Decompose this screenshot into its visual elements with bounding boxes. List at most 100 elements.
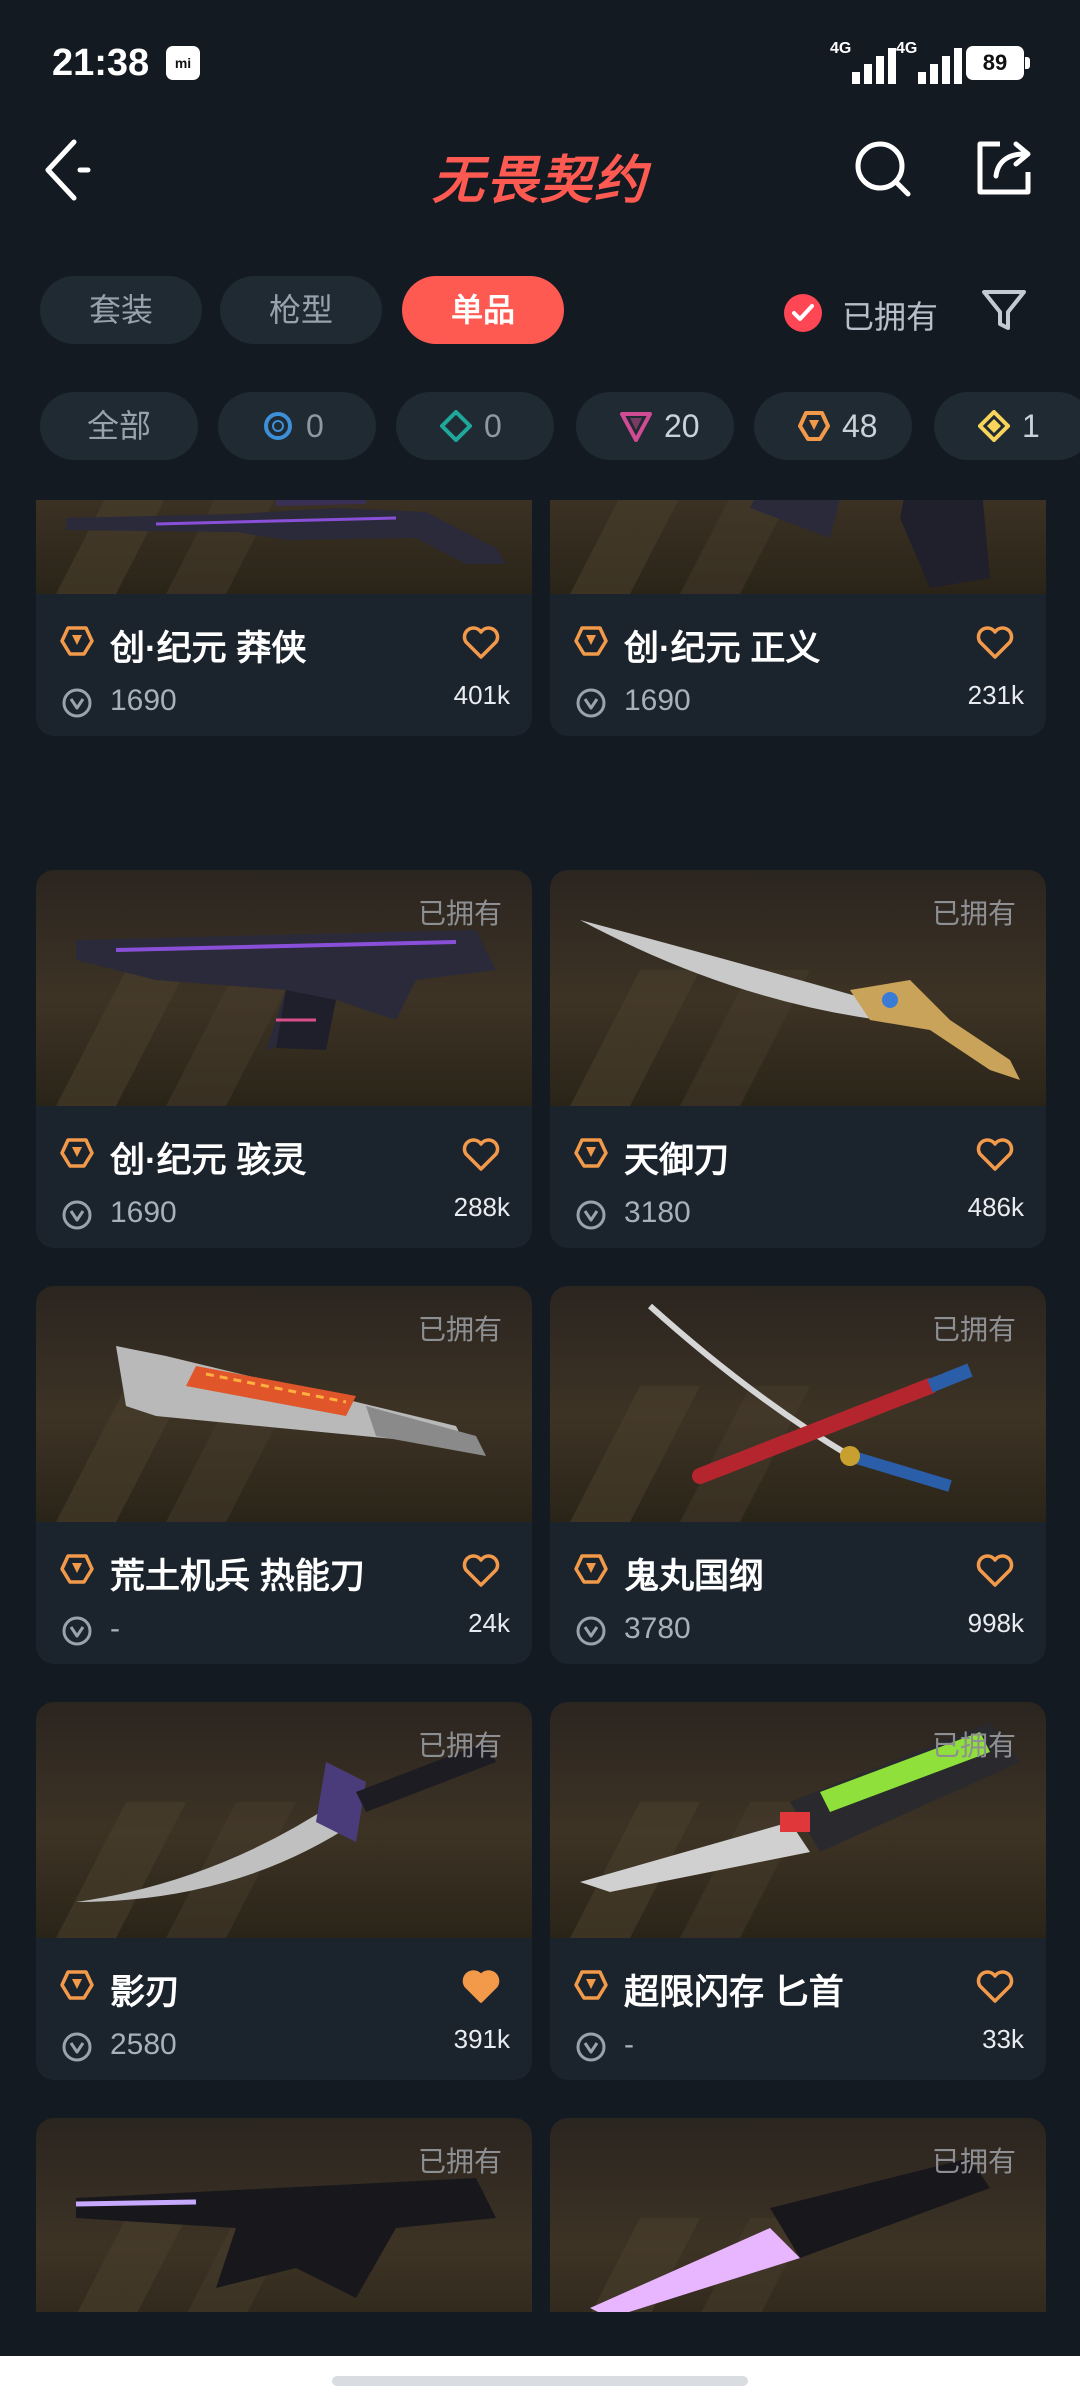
valorant-points-icon — [62, 688, 92, 718]
rarity-filter-select[interactable]: 0 — [218, 392, 376, 460]
exclusive-tier-icon — [60, 626, 94, 656]
exclusive-tier-icon — [60, 1970, 94, 2000]
skin-card[interactable]: 已拥有 天御刀 3180 486k — [550, 870, 1046, 1248]
heart-outline-icon[interactable] — [976, 1138, 1014, 1172]
owned-tag: 已拥有 — [931, 1730, 1016, 1761]
owned-tag: 已拥有 — [417, 2146, 502, 2177]
valorant-points-icon — [576, 688, 606, 718]
skin-name: 创·纪元 莽侠 — [110, 629, 307, 668]
valorant-points-icon — [576, 2032, 606, 2062]
deluxe-tier-icon — [440, 410, 472, 442]
heart-outline-icon[interactable] — [976, 1970, 1014, 2004]
owned-tag: 已拥有 — [417, 1314, 502, 1345]
like-count: 24k — [468, 1608, 510, 1638]
exclusive-tier-icon — [574, 1138, 608, 1168]
owned-checkbox[interactable] — [784, 294, 822, 332]
heart-filled-icon[interactable] — [462, 1970, 500, 2004]
rarity-count: 0 — [484, 408, 502, 444]
skin-name: 荒土机兵 热能刀 — [110, 1557, 365, 1596]
valorant-points-icon — [62, 2032, 92, 2062]
rarity-filter-premium[interactable]: 20 — [576, 392, 734, 460]
like-count: 231k — [967, 680, 1024, 710]
skin-image: 已拥有 — [36, 500, 532, 594]
skin-image: 已拥有 — [550, 500, 1046, 594]
skin-card[interactable]: 已拥有 超限闪存 匕首 - 33k — [550, 1702, 1046, 2080]
skin-price: 1690 — [110, 1196, 177, 1229]
skin-card[interactable]: 已拥有 创·纪元 正义 1690 231k — [550, 500, 1046, 736]
owned-tag: 已拥有 — [931, 2146, 1016, 2177]
owned-tag: 已拥有 — [417, 1730, 502, 1761]
rarity-filter-all[interactable]: 全部 — [40, 392, 198, 460]
skin-name: 创·纪元 骇灵 — [110, 1141, 307, 1180]
rarity-filter-deluxe[interactable]: 0 — [396, 392, 554, 460]
skin-card[interactable]: 已拥有 创·纪元 骇灵 1690 288k — [36, 870, 532, 1248]
search-button[interactable] — [852, 136, 916, 200]
rarity-filter-ultra[interactable]: 1 — [934, 392, 1080, 460]
skin-card[interactable]: 已拥有 影刃 2580 391k — [36, 1702, 532, 2080]
skin-price: 1690 — [624, 684, 691, 717]
skin-name: 创·纪元 正义 — [624, 629, 821, 668]
skin-price: 3780 — [624, 1612, 691, 1645]
share-icon — [977, 141, 1031, 195]
exclusive-tier-icon — [60, 1554, 94, 1584]
skin-card[interactable]: 已拥有 创·纪元 莽侠 1690 401k — [36, 500, 532, 736]
owned-tag: 已拥有 — [931, 898, 1016, 929]
gesture-home-bar[interactable] — [332, 2376, 748, 2386]
valorant-points-icon — [62, 1616, 92, 1646]
skin-name: 鬼丸国纲 — [624, 1557, 765, 1596]
select-tier-icon — [264, 412, 292, 440]
skin-name: 超限闪存 匕首 — [624, 1973, 844, 2012]
skin-image: 已拥有 — [36, 870, 532, 1106]
filter-button[interactable] — [978, 284, 1030, 336]
status-bar: 21:38 mi 4G 4G 89 — [0, 0, 1080, 130]
rarity-filter-row: 全部 0 0 20 48 1 — [0, 392, 1080, 462]
premium-tier-icon — [620, 412, 652, 442]
skin-price: - — [110, 1612, 120, 1645]
heart-outline-icon[interactable] — [462, 626, 500, 660]
heart-outline-icon[interactable] — [976, 626, 1014, 660]
like-count: 486k — [967, 1192, 1024, 1222]
owned-tag: 已拥有 — [417, 898, 502, 929]
skin-price: 1690 — [110, 684, 177, 717]
skin-image: 已拥有 — [550, 2118, 1046, 2312]
exclusive-tier-icon — [574, 1970, 608, 2000]
search-icon — [855, 141, 911, 197]
tab-weapon-types[interactable]: 枪型 — [220, 276, 382, 344]
skin-card[interactable]: 已拥有 荒土机兵 热能刀 - 24k — [36, 1286, 532, 1664]
rifle-icon — [66, 500, 506, 564]
exclusive-tier-icon — [60, 1138, 94, 1168]
skin-image: 已拥有 — [550, 870, 1046, 1106]
rarity-count: 0 — [306, 408, 324, 444]
rarity-count: 48 — [842, 408, 878, 444]
heart-outline-icon[interactable] — [462, 1554, 500, 1588]
skin-price: 2580 — [110, 2028, 177, 2061]
skin-image: 已拥有 — [36, 1286, 532, 1522]
skin-image: 已拥有 — [550, 1702, 1046, 1938]
skin-grid: 已拥有 创·纪元 莽侠 1690 401k 已拥有 创·纪元 正义 1690 2… — [0, 500, 1080, 2312]
heart-outline-icon[interactable] — [976, 1554, 1014, 1588]
share-button[interactable] — [972, 136, 1036, 200]
revolver-icon — [750, 500, 990, 588]
skin-card[interactable]: 已拥有 — [36, 2118, 532, 2312]
skin-card[interactable]: 已拥有 — [550, 2118, 1046, 2312]
valorant-points-icon — [62, 1200, 92, 1230]
valorant-points-icon — [576, 1616, 606, 1646]
tab-bundles[interactable]: 套装 — [40, 276, 202, 344]
like-count: 288k — [453, 1192, 510, 1222]
tab-single-items[interactable]: 单品 — [402, 276, 564, 344]
skin-name: 影刃 — [110, 1973, 181, 2012]
skin-card[interactable]: 已拥有 鬼丸国纲 3780 998k — [550, 1286, 1046, 1664]
battery-indicator: 89 — [966, 46, 1030, 80]
mi-notification-icon: mi — [166, 46, 200, 80]
rarity-filter-exclusive[interactable]: 48 — [754, 392, 912, 460]
skin-name: 天御刀 — [624, 1141, 730, 1180]
skin-image: 已拥有 — [36, 2118, 532, 2312]
exclusive-tier-icon — [574, 626, 608, 656]
heart-outline-icon[interactable] — [462, 1138, 500, 1172]
valorant-points-icon — [576, 1200, 606, 1230]
category-tabs: 套装 枪型 单品 已拥有 — [0, 276, 1080, 346]
rarity-count: 20 — [664, 408, 700, 444]
rarity-count: 1 — [1022, 408, 1040, 444]
like-count: 33k — [982, 2024, 1024, 2054]
like-count: 998k — [967, 1608, 1024, 1638]
